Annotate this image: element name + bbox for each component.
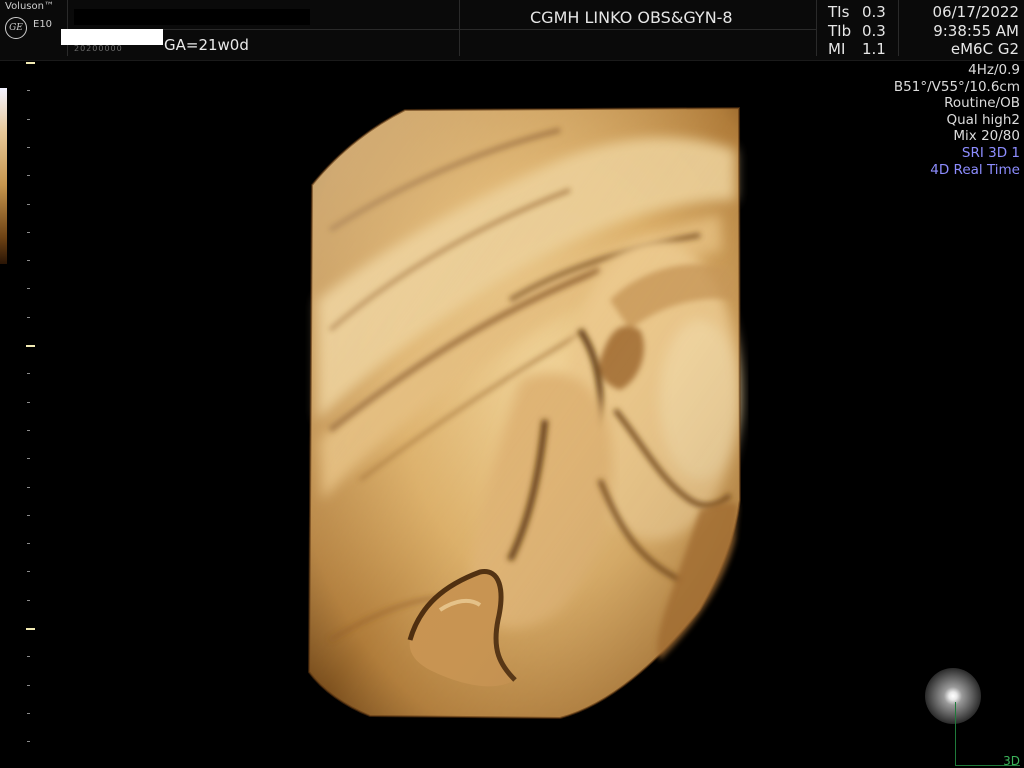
depth-tick xyxy=(27,316,30,318)
depth-tick xyxy=(27,712,30,714)
depth-scale xyxy=(22,60,42,768)
ge-logo-icon: GE xyxy=(5,17,27,39)
acoustic-value: 0.3 xyxy=(862,3,886,21)
depth-tick xyxy=(27,514,30,516)
redacted-patient-id xyxy=(61,29,163,45)
acoustic-value: 0.3 xyxy=(862,21,886,40)
exam-time: 9:38:55 AM xyxy=(933,21,1019,40)
depth-tick xyxy=(27,429,30,431)
depth-tick-major xyxy=(26,345,35,347)
volume-render xyxy=(307,106,742,720)
acoustic-label: TIs xyxy=(828,3,850,21)
header-bar: Voluson™ GE E10 20200000 GA=21w0d CGMH L… xyxy=(0,0,1024,61)
depth-tick xyxy=(27,684,30,686)
depth-tick xyxy=(27,599,30,601)
acoustic-label: TIb xyxy=(828,21,852,40)
param-rate: 4Hz/0.9 xyxy=(968,62,1020,78)
depth-tick xyxy=(27,571,30,573)
param-preset: Routine/OB xyxy=(944,95,1020,112)
param-sri: SRI 3D 1 xyxy=(961,144,1020,161)
patient-id-partial: 20200000 xyxy=(74,44,123,53)
depth-tick xyxy=(27,175,30,177)
brand-label: Voluson™ xyxy=(5,1,54,12)
acoustic-row-mi: MI 1.1 xyxy=(828,40,886,59)
depth-tick xyxy=(27,90,30,92)
redacted-patient-name xyxy=(74,9,310,25)
model-label: E10 xyxy=(33,19,53,30)
color-map-bar xyxy=(0,88,7,264)
depth-tick-major xyxy=(26,628,35,630)
site-name: CGMH LINKO OBS&GYN-8 xyxy=(530,8,733,27)
depth-tick xyxy=(27,260,30,262)
acoustic-row-tib: TIb 0.3 xyxy=(828,22,886,41)
header-divider xyxy=(459,29,816,30)
gestational-age: GA=21w0d xyxy=(164,36,249,54)
acoustic-indices: TIs 0.3 TIb 0.3 MI 1.1 xyxy=(828,3,886,59)
date-time-block: 06/17/2022 9:38:55 AM eM6C G2 xyxy=(933,3,1019,59)
depth-tick xyxy=(27,656,30,658)
depth-tick xyxy=(27,146,30,148)
view-3d-label: 3D xyxy=(1003,754,1020,768)
depth-tick xyxy=(27,118,30,120)
param-quality: Qual high2 xyxy=(946,111,1020,128)
depth-tick xyxy=(27,401,30,403)
depth-tick xyxy=(27,486,30,488)
depth-tick-major xyxy=(26,62,35,64)
param-angles: B51°/V55°/10.6cm xyxy=(893,78,1020,95)
depth-tick xyxy=(27,203,30,205)
depth-tick xyxy=(27,543,30,545)
acoustic-row-tis: TIs 0.3 xyxy=(828,3,886,22)
acoustic-label: MI xyxy=(828,40,846,58)
header-divider xyxy=(459,0,460,56)
depth-tick xyxy=(27,231,30,233)
depth-tick xyxy=(27,288,30,290)
param-mix: Mix 20/80 xyxy=(953,128,1020,145)
depth-tick xyxy=(27,458,30,460)
header-divider xyxy=(816,0,817,56)
probe-name: eM6C G2 xyxy=(950,40,1019,58)
imaging-parameters: 4Hz/0.9 B51°/V55°/10.6cm Routine/OB Qual… xyxy=(894,62,1020,178)
acoustic-value: 1.1 xyxy=(862,40,886,58)
header-divider xyxy=(898,0,899,56)
param-mode: 4D Real Time xyxy=(930,161,1020,178)
depth-tick xyxy=(27,741,30,743)
depth-tick xyxy=(27,373,30,375)
header-divider xyxy=(67,0,68,56)
exam-date: 06/17/2022 xyxy=(932,3,1019,21)
